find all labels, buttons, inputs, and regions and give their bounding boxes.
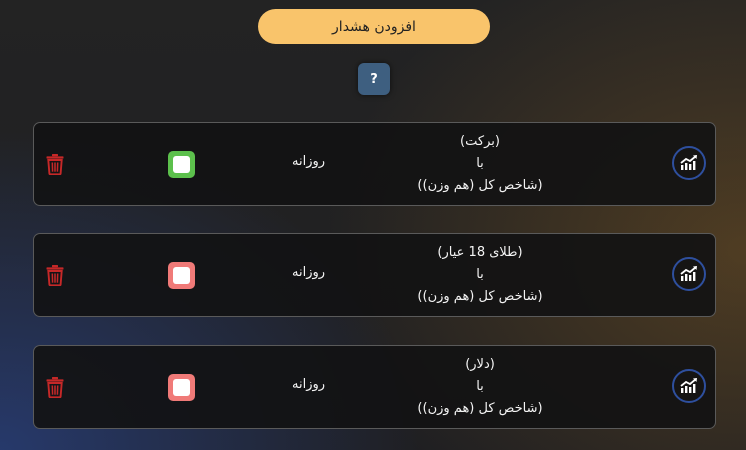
delete-button[interactable] — [44, 375, 66, 399]
trash-icon — [46, 265, 64, 286]
help-button[interactable]: ? — [358, 63, 390, 95]
trending-chart-icon — [680, 378, 697, 393]
alert-card: (دلار) با (شاخص کل (هم وزن)) روزانه — [33, 345, 716, 429]
alert-connector: با — [476, 267, 484, 282]
alert-pair-text: (دلار) با (شاخص کل (هم وزن)) — [330, 354, 630, 420]
status-toggle[interactable] — [168, 374, 195, 401]
trash-icon — [46, 377, 64, 398]
chart-button[interactable] — [672, 369, 706, 403]
status-toggle[interactable] — [168, 151, 195, 178]
alert-symbol: (دلار) — [465, 357, 495, 372]
alert-frequency: روزانه — [292, 154, 326, 169]
add-alert-label: افزودن هشدار — [332, 18, 416, 35]
alert-index: (شاخص کل (هم وزن)) — [417, 401, 543, 416]
trending-chart-icon — [680, 155, 697, 170]
alert-pair-text: (طلای 18 عیار) با (شاخص کل (هم وزن)) — [330, 242, 630, 308]
status-toggle-inner — [173, 379, 190, 396]
alert-card: (طلای 18 عیار) با (شاخص کل (هم وزن)) روز… — [33, 233, 716, 317]
alert-connector: با — [476, 156, 484, 171]
status-toggle[interactable] — [168, 262, 195, 289]
chart-button[interactable] — [672, 146, 706, 180]
alert-index: (شاخص کل (هم وزن)) — [417, 178, 543, 193]
alert-card: (برکت) با (شاخص کل (هم وزن)) روزانه — [33, 122, 716, 206]
delete-button[interactable] — [44, 152, 66, 176]
alert-symbol: (برکت) — [460, 134, 500, 149]
status-toggle-inner — [173, 267, 190, 284]
chart-button[interactable] — [672, 257, 706, 291]
alert-frequency: روزانه — [292, 377, 326, 392]
help-label: ? — [370, 71, 378, 87]
alert-connector: با — [476, 379, 484, 394]
delete-button[interactable] — [44, 263, 66, 287]
trash-icon — [46, 154, 64, 175]
add-alert-button[interactable]: افزودن هشدار — [258, 9, 490, 44]
status-toggle-inner — [173, 156, 190, 173]
alert-frequency: روزانه — [292, 265, 326, 280]
trending-chart-icon — [680, 266, 697, 281]
alert-index: (شاخص کل (هم وزن)) — [417, 289, 543, 304]
alert-pair-text: (برکت) با (شاخص کل (هم وزن)) — [330, 131, 630, 197]
alert-symbol: (طلای 18 عیار) — [437, 245, 523, 260]
